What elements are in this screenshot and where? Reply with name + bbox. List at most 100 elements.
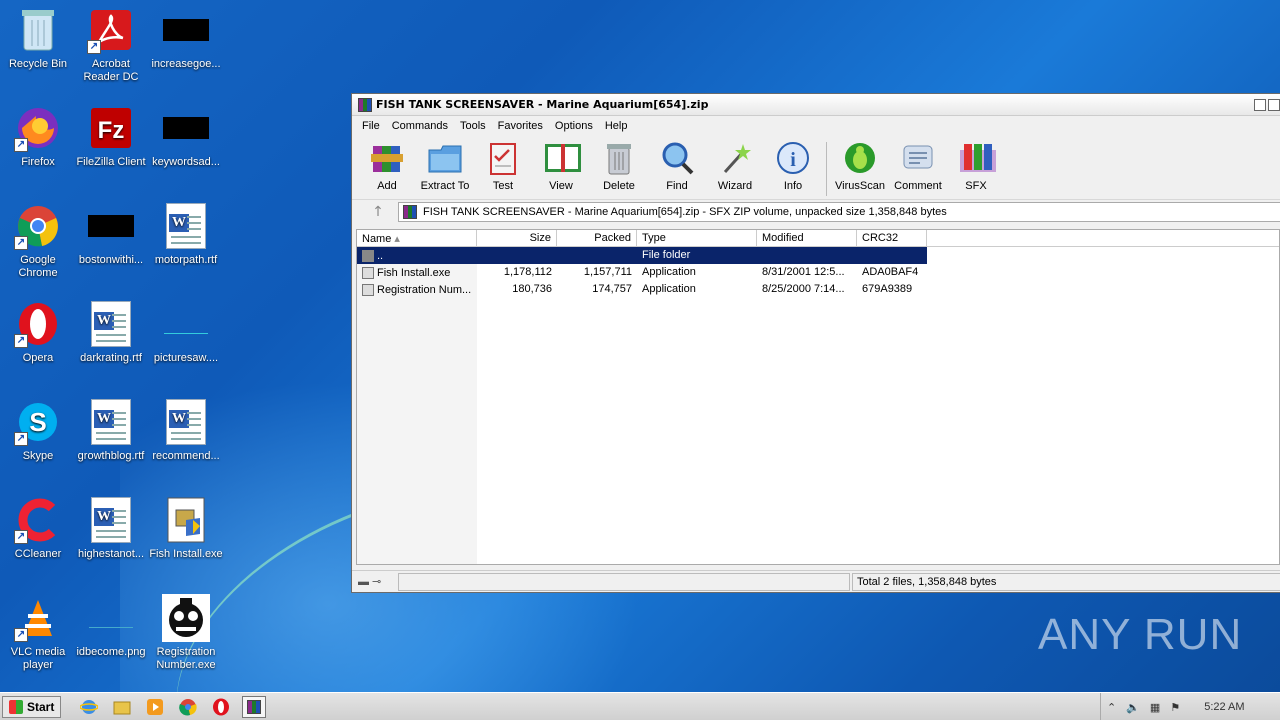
taskbar-opera-icon[interactable]: [209, 696, 233, 718]
menu-options[interactable]: Options: [549, 120, 599, 132]
desktop-icon-label: growthblog.rtf: [77, 450, 145, 462]
shortcut-arrow-icon: ↗: [87, 40, 101, 54]
desktop-icon-label: Registration Number.exe: [156, 646, 216, 671]
skype-icon: S ↗: [14, 398, 62, 446]
taskbar-ie-icon[interactable]: [77, 696, 101, 718]
hidden-file-icon: [162, 6, 210, 54]
add-archive-icon: [369, 140, 405, 176]
desktop-icon-recycle-bin[interactable]: Recycle Bin: [0, 6, 76, 71]
volume-icon[interactable]: 🔈: [1126, 701, 1140, 714]
ccleaner-icon: ↗: [14, 496, 62, 544]
virusscan-button[interactable]: VirusScan: [831, 140, 889, 192]
shortcut-arrow-icon: ↗: [14, 138, 28, 152]
col-crc-header[interactable]: CRC32: [857, 230, 927, 247]
table-row[interactable]: .. File folder: [357, 247, 927, 264]
info-button[interactable]: i Info: [764, 140, 822, 192]
desktop-icon-firefox[interactable]: ↗ Firefox: [0, 104, 76, 169]
find-label: Find: [666, 180, 688, 192]
desktop-icon-label: Opera: [22, 352, 54, 364]
menu-commands[interactable]: Commands: [386, 120, 454, 132]
file-list[interactable]: Name ▴ Size Packed Type Modified CRC32 .…: [356, 229, 1280, 565]
image-file-icon: [162, 300, 210, 348]
menu-tools[interactable]: Tools: [454, 120, 492, 132]
up-arrow-icon[interactable]: ↑: [358, 204, 398, 220]
taskbar-chrome-icon[interactable]: [176, 696, 200, 718]
desktop-icon-motorpath[interactable]: W motorpath.rtf: [148, 202, 224, 267]
desktop-icon-increasegoe[interactable]: increasegoe...: [148, 6, 224, 71]
path-field[interactable]: FISH TANK SCREENSAVER - Marine Aquarium[…: [398, 202, 1280, 222]
exe-file-icon: [362, 266, 374, 279]
minimize-button[interactable]: [1254, 99, 1266, 111]
desktop-icon-label: keywordsad...: [152, 156, 220, 168]
desktop-icon-bostonwithi[interactable]: bostonwithi...: [73, 202, 149, 267]
col-name-header[interactable]: Name ▴: [357, 230, 477, 247]
desktop-icon-label: increasegoe...: [151, 58, 221, 70]
wizard-label: Wizard: [717, 180, 753, 192]
desktop-icon-label: FileZilla Client: [76, 156, 146, 168]
shortcut-arrow-icon: ↗: [14, 334, 28, 348]
network-icon[interactable]: ▦: [1150, 701, 1160, 714]
desktop-icon-fish-install[interactable]: Fish Install.exe: [148, 496, 224, 561]
find-button[interactable]: Find: [648, 140, 706, 192]
desktop-icon-idbecome[interactable]: idbecome.png: [73, 594, 149, 659]
tray-expand-icon[interactable]: ⌃: [1107, 701, 1116, 714]
clock[interactable]: 5:22 AM: [1204, 701, 1244, 713]
chrome-icon: ↗: [14, 202, 62, 250]
maximize-button[interactable]: [1268, 99, 1280, 111]
delete-button[interactable]: Delete: [590, 140, 648, 192]
menu-help[interactable]: Help: [599, 120, 634, 132]
menubar: File Commands Tools Favorites Options He…: [352, 116, 1280, 136]
address-bar: ↑ FISH TANK SCREENSAVER - Marine Aquariu…: [352, 200, 1280, 224]
desktop-icon-darkrating[interactable]: W darkrating.rtf: [73, 300, 149, 365]
flag-icon[interactable]: ⚑: [1170, 701, 1180, 714]
firefox-icon: ↗: [14, 104, 62, 152]
menu-favorites[interactable]: Favorites: [492, 120, 549, 132]
anyrun-watermark: ANY RUN: [1038, 610, 1243, 659]
taskbar-media-icon[interactable]: [143, 696, 167, 718]
window-titlebar[interactable]: FISH TANK SCREENSAVER - Marine Aquarium[…: [352, 94, 1280, 116]
table-row[interactable]: Fish Install.exe 1,178,112 1,157,711 App…: [357, 264, 1279, 281]
desktop-icon-recommend[interactable]: W recommend...: [148, 398, 224, 463]
drive-key-icon[interactable]: ▬ ⊸: [352, 575, 398, 588]
sfx-button[interactable]: SFX: [947, 140, 1005, 192]
col-packed-header[interactable]: Packed: [557, 230, 637, 247]
info-label: Info: [783, 180, 803, 192]
col-type-header[interactable]: Type: [637, 230, 757, 247]
desktop-icon-growthblog[interactable]: W growthblog.rtf: [73, 398, 149, 463]
col-modified-header[interactable]: Modified: [757, 230, 857, 247]
test-button[interactable]: Test: [474, 140, 532, 192]
menu-file[interactable]: File: [356, 120, 386, 132]
desktop-icon-keywordsad[interactable]: keywordsad...: [148, 104, 224, 169]
taskbar-winrar-icon[interactable]: [242, 695, 267, 718]
desktop-icon-filezilla[interactable]: Fz FileZilla Client: [73, 104, 149, 169]
wizard-button[interactable]: Wizard: [706, 140, 764, 192]
extract-to-label: Extract To: [420, 180, 470, 192]
shortcut-arrow-icon: ↗: [14, 432, 28, 446]
extract-to-button[interactable]: Extract To: [416, 140, 474, 192]
col-size-header[interactable]: Size: [477, 230, 557, 247]
add-button[interactable]: Add: [358, 140, 416, 192]
desktop-icon-registration-number[interactable]: Registration Number.exe: [148, 594, 224, 672]
table-row[interactable]: Registration Num... 180,736 174,757 Appl…: [357, 281, 1279, 298]
desktop-icon-label: CCleaner: [14, 548, 62, 560]
comment-button[interactable]: Comment: [889, 140, 947, 192]
word-document-icon: W: [162, 398, 210, 446]
start-button[interactable]: Start: [2, 695, 62, 718]
windows-flag-icon: [9, 699, 23, 714]
desktop-icon-acrobat[interactable]: ↗ Acrobat Reader DC: [73, 6, 149, 84]
bug-icon: [842, 140, 878, 176]
taskbar-explorer-icon[interactable]: [110, 696, 134, 718]
test-clipboard-icon: [485, 140, 521, 176]
winrar-window[interactable]: FISH TANK SCREENSAVER - Marine Aquarium[…: [351, 93, 1280, 593]
toolbar-separator: [826, 142, 827, 196]
test-label: Test: [492, 180, 514, 192]
desktop-icon-chrome[interactable]: ↗ Google Chrome: [0, 202, 76, 280]
desktop-icon-highestanot[interactable]: W highestanot...: [73, 496, 149, 561]
desktop-icon-ccleaner[interactable]: ↗ CCleaner: [0, 496, 76, 561]
desktop-icon-skype[interactable]: S ↗ Skype: [0, 398, 76, 463]
desktop-icon-opera[interactable]: ↗ Opera: [0, 300, 76, 365]
desktop-icon-vlc[interactable]: ↗ VLC media player: [0, 594, 76, 672]
desktop-icon-picturesaw[interactable]: picturesaw....: [148, 300, 224, 365]
view-button[interactable]: View: [532, 140, 590, 192]
word-document-icon: W: [87, 300, 135, 348]
